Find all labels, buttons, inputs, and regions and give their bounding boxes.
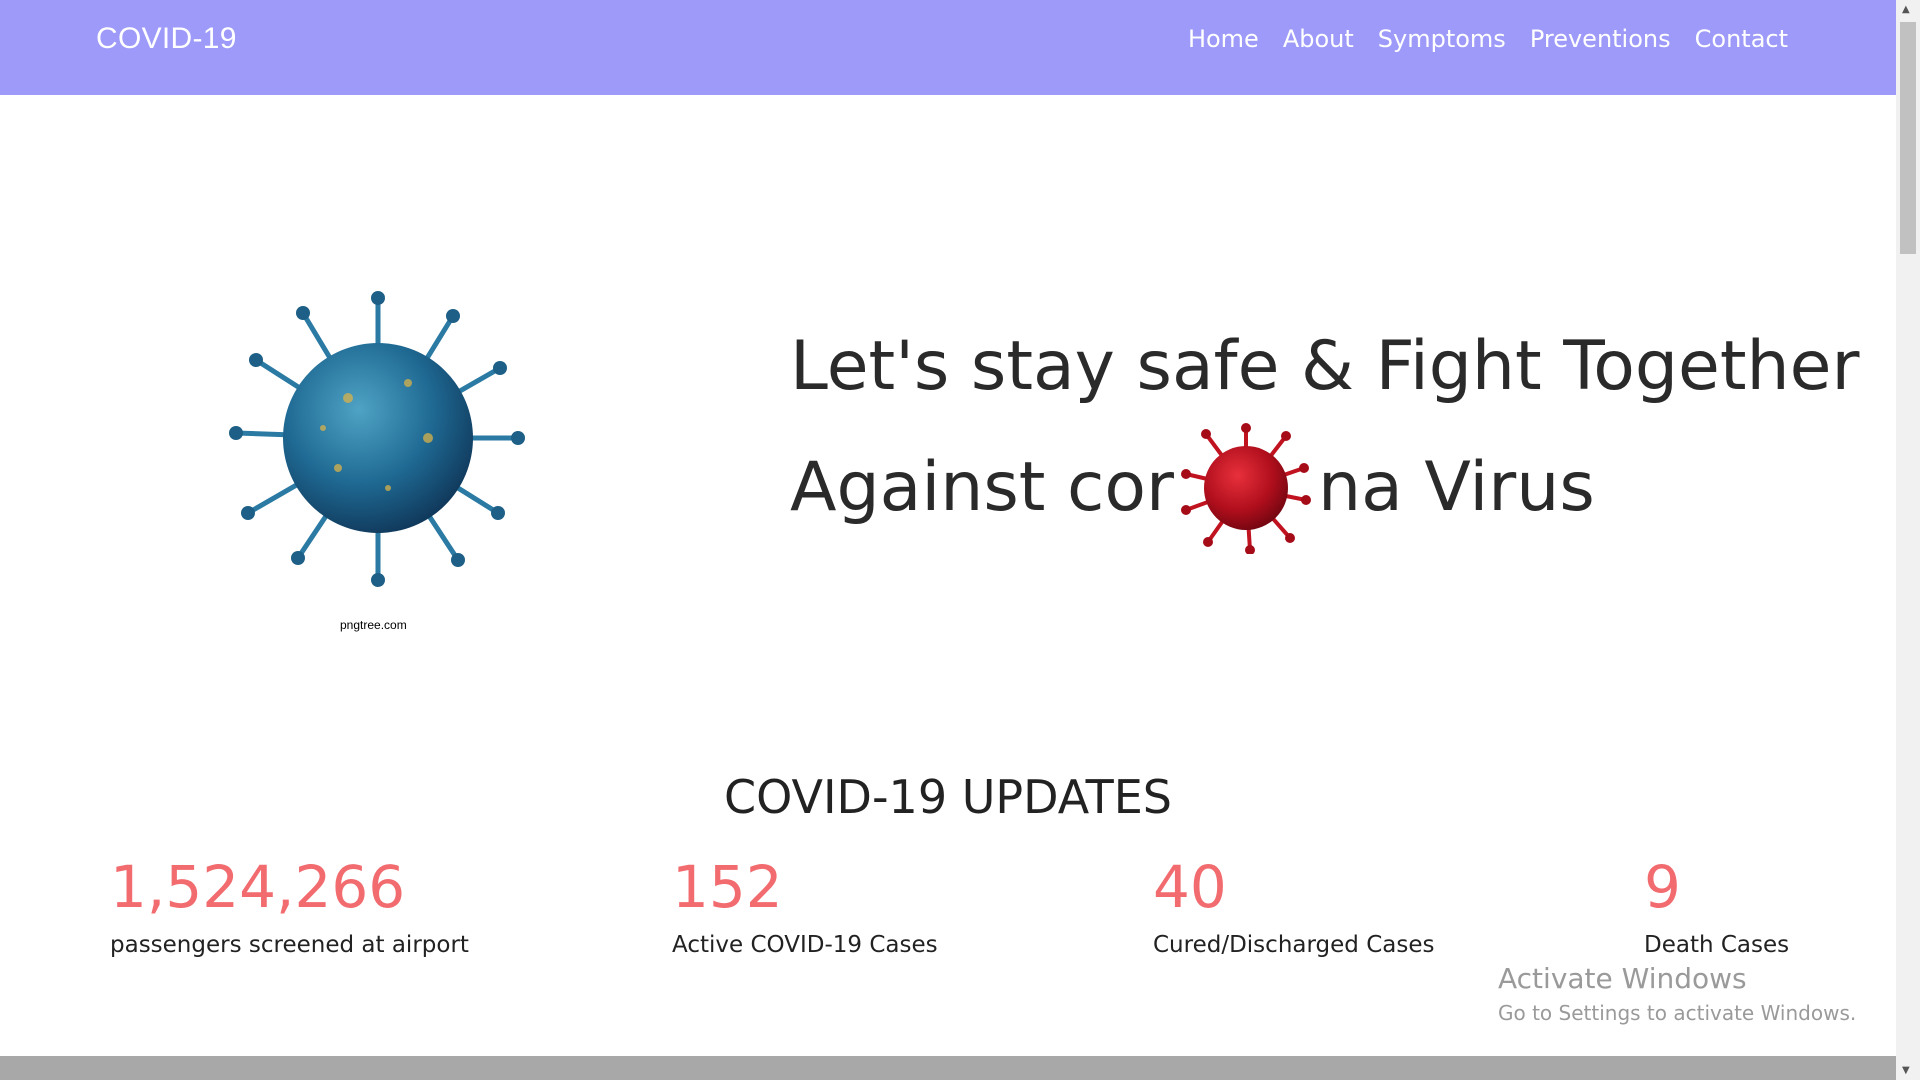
scroll-down-arrow-icon[interactable]: ▼ (1902, 1065, 1910, 1076)
brand-logo[interactable]: COVID-19 (96, 22, 237, 56)
footer-bar (0, 1056, 1896, 1080)
stat-passengers-screened: 1,524,266 passengers screened at airport (110, 850, 469, 958)
stat-value: 152 (672, 853, 783, 921)
blue-virus-image (229, 291, 525, 587)
hero-line-2: Against cor na Virus (790, 422, 1859, 554)
vertical-scrollbar[interactable]: ▲ ▼ (1896, 0, 1920, 1080)
nav-preventions-link[interactable]: Preventions (1530, 25, 1671, 53)
hero-heading: Let's stay safe & Fight Together Against… (790, 312, 1859, 554)
stat-label: passengers screened at airport (110, 932, 469, 958)
stat-value: 9 (1644, 853, 1681, 921)
stat-cured-cases: 40 Cured/Discharged Cases (1153, 850, 1434, 958)
hero-line-1: Let's stay safe & Fight Together (790, 327, 1860, 406)
stat-value: 1,524,266 (110, 853, 406, 921)
hero-line-2-end: na Virus (1318, 448, 1595, 527)
nav-symptoms-link[interactable]: Symptoms (1378, 25, 1506, 53)
nav-contact-link[interactable]: Contact (1695, 25, 1788, 53)
stat-death-cases: 9 Death Cases (1644, 850, 1789, 958)
stat-label: Cured/Discharged Cases (1153, 932, 1435, 958)
red-virus-icon (1181, 423, 1311, 554)
nav-links: Home About Symptoms Preventions Contact (1164, 25, 1788, 53)
activate-windows-title: Activate Windows (1498, 962, 1747, 995)
stat-label: Active COVID-19 Cases (672, 932, 938, 958)
activate-windows-subtitle: Go to Settings to activate Windows. (1498, 1001, 1857, 1025)
navbar: COVID-19 Home About Symptoms Preventions… (0, 0, 1896, 95)
activate-windows-watermark: Activate Windows Go to Settings to activ… (1498, 962, 1856, 1025)
nav-about-link[interactable]: About (1283, 25, 1354, 53)
nav-home-link[interactable]: Home (1188, 25, 1259, 53)
scroll-up-arrow-icon[interactable]: ▲ (1902, 4, 1910, 15)
stat-active-cases: 152 Active COVID-19 Cases (672, 850, 938, 958)
updates-title: COVID-19 UPDATES (723, 770, 1172, 824)
hero-line-2-start: Against cor (790, 448, 1174, 527)
stat-value: 40 (1153, 853, 1227, 921)
scrollbar-thumb[interactable] (1900, 22, 1916, 254)
image-credit-text: pngtree.com (340, 618, 407, 632)
stat-label: Death Cases (1644, 932, 1790, 958)
